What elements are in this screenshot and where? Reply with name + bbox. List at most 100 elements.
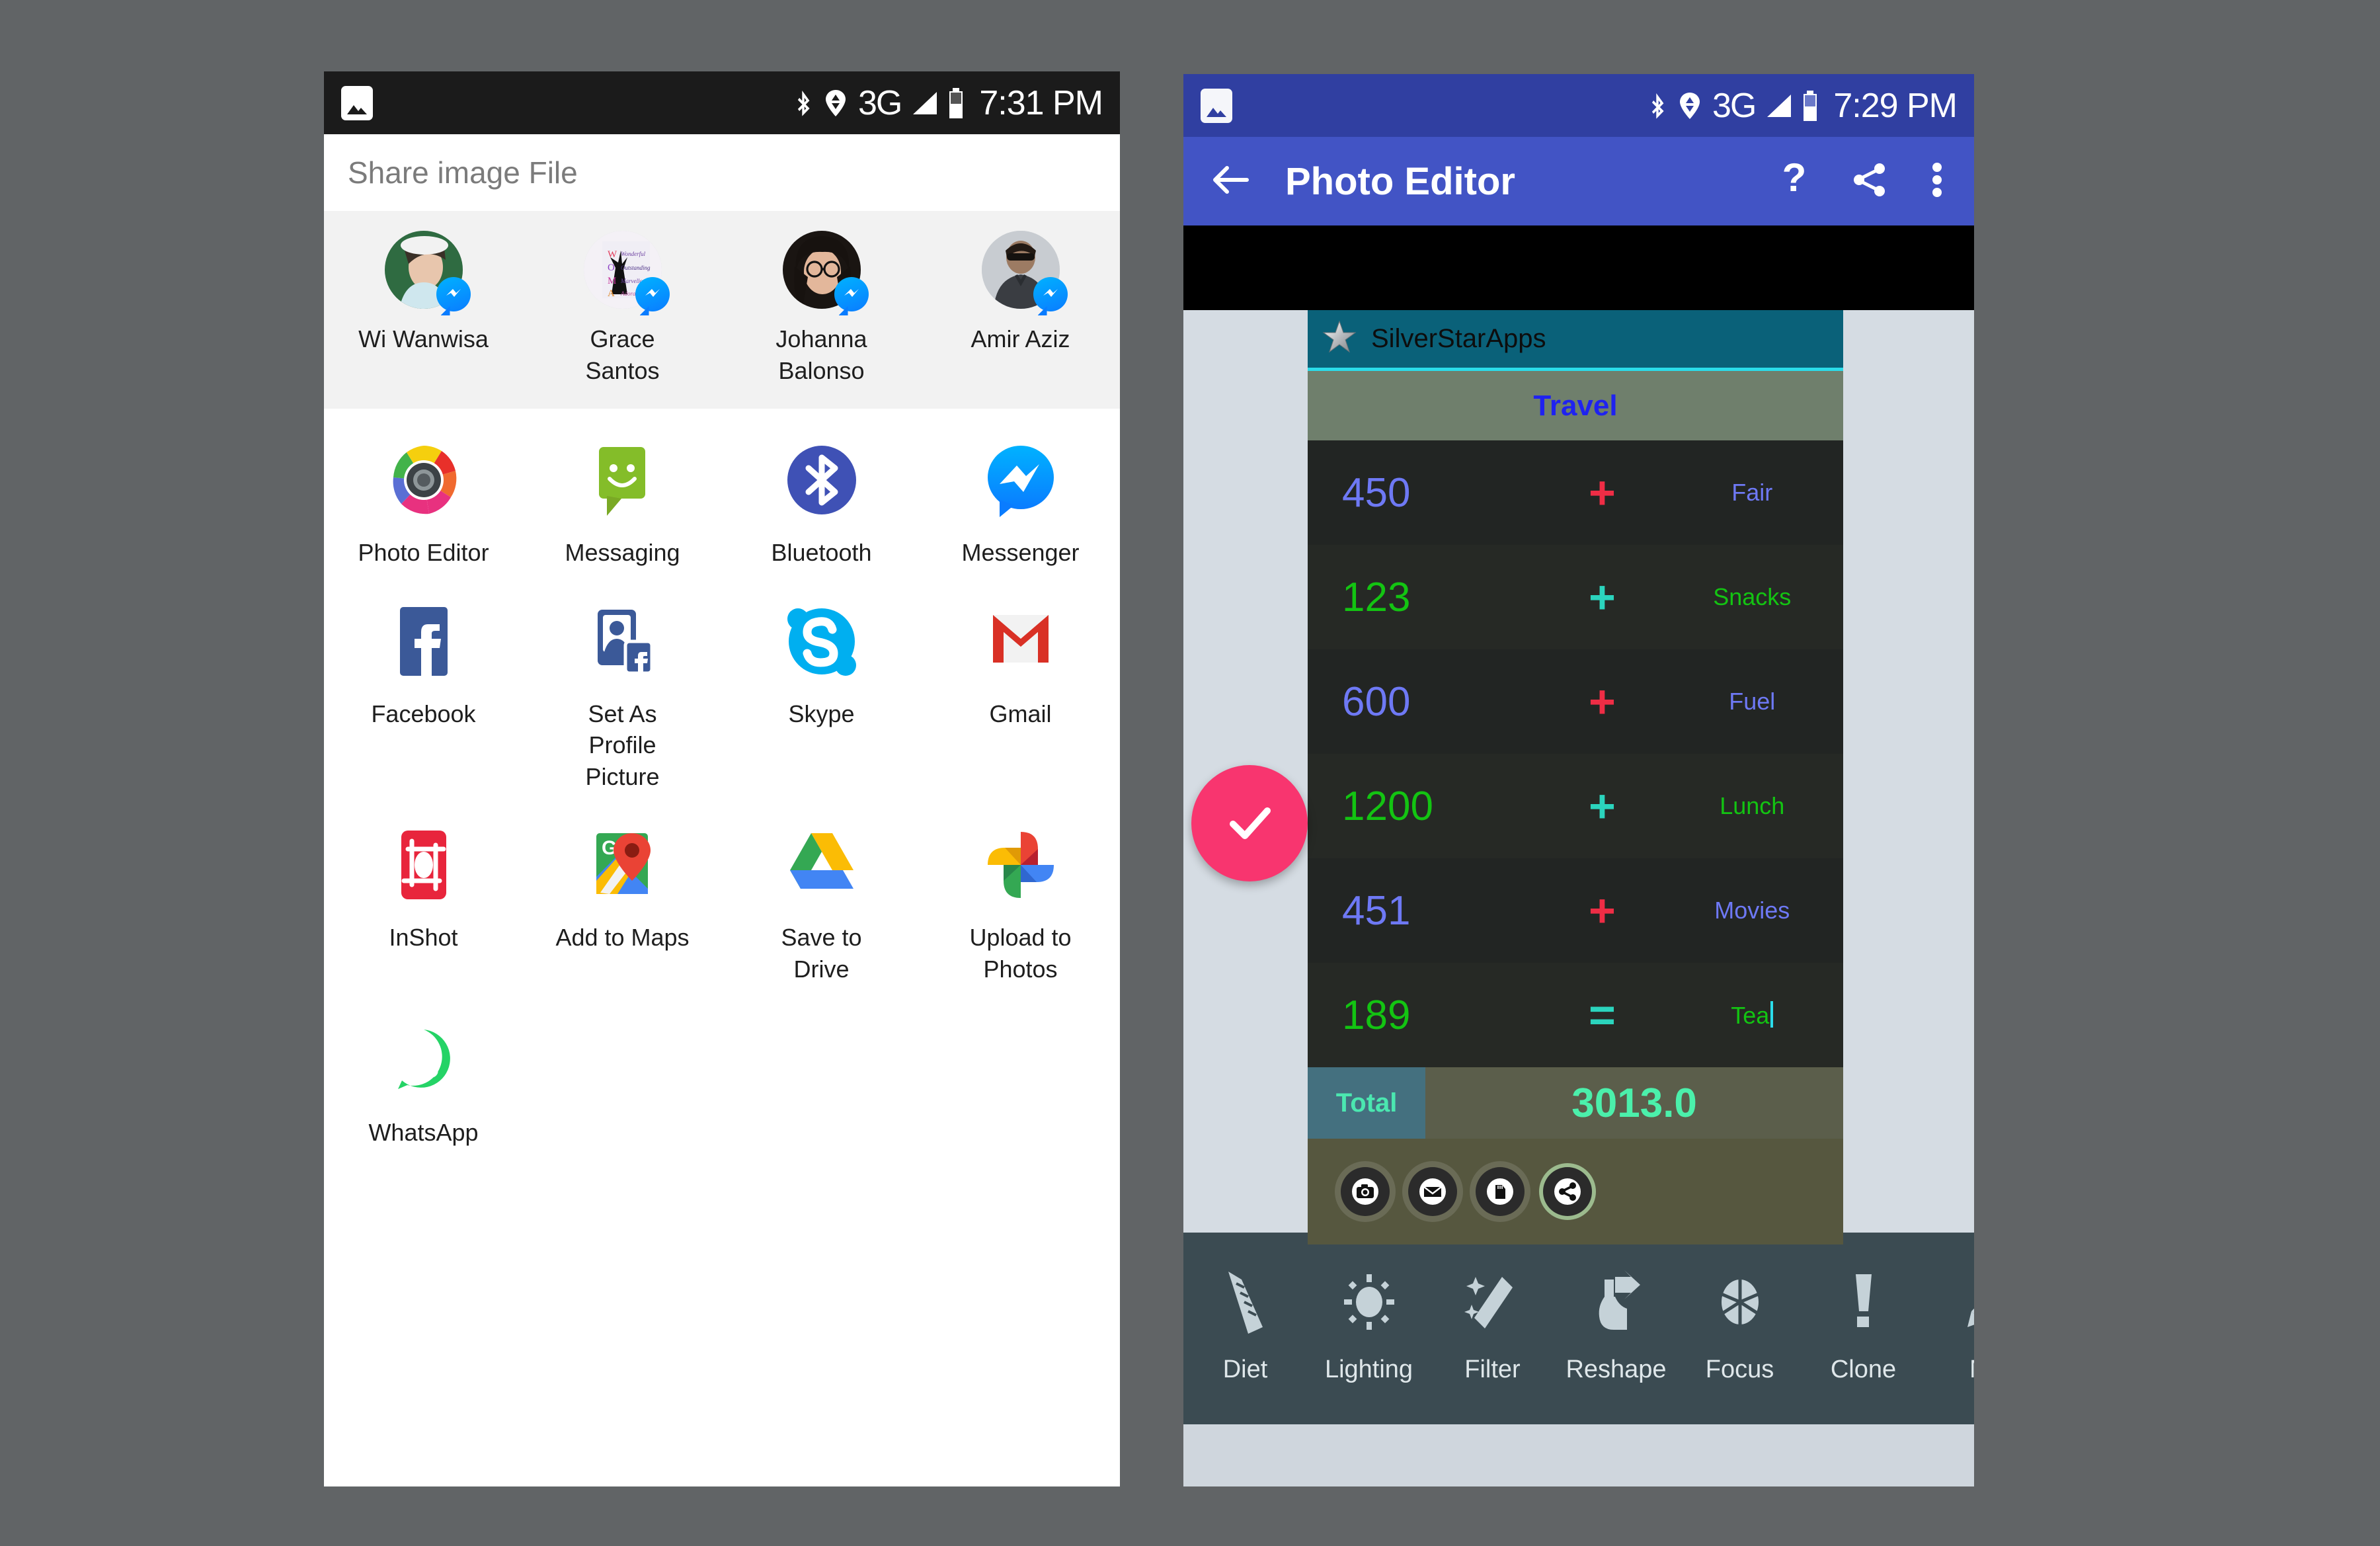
image-preview-strip bbox=[1183, 225, 1974, 310]
share-target-label: Bluetooth bbox=[771, 539, 872, 567]
share-target-messenger[interactable]: Messenger bbox=[921, 439, 1120, 569]
share-icon[interactable] bbox=[1851, 161, 1888, 202]
contact-name: Amir Aziz bbox=[971, 325, 1070, 352]
contact-item[interactable]: Wi Wanwisa bbox=[324, 231, 523, 386]
table-row[interactable]: 600 + Fuel bbox=[1308, 649, 1843, 754]
tool-clone[interactable]: Clone bbox=[1802, 1252, 1925, 1384]
share-target-label: Photo Editor bbox=[358, 539, 489, 567]
avatar bbox=[981, 231, 1068, 311]
more-vertical-icon[interactable] bbox=[1932, 159, 1942, 204]
row-amount: 450 bbox=[1342, 469, 1411, 516]
row-label: Tea bbox=[1661, 1000, 1843, 1030]
network-type-label: 3G bbox=[1712, 86, 1757, 125]
table-total-row: Total 3013.0 bbox=[1308, 1067, 1843, 1139]
row-operator: + bbox=[1589, 571, 1616, 623]
row-amount: 1200 bbox=[1342, 783, 1433, 829]
tool-label: Ma bbox=[1969, 1356, 1974, 1384]
inshot-icon bbox=[383, 824, 465, 906]
contact-item[interactable]: W O M A Wonderful Outstanding Marvellous… bbox=[523, 231, 722, 386]
table-header-label: Travel bbox=[1533, 389, 1618, 422]
row-amount: 189 bbox=[1342, 992, 1411, 1038]
row-amount: 123 bbox=[1342, 574, 1411, 620]
app-bar-actions: ? bbox=[1781, 155, 1948, 204]
left-phone-screen: 3G 7:31 PM Share image File Wi Wanwisa W… bbox=[324, 71, 1120, 1486]
svg-text:?: ? bbox=[1782, 159, 1807, 200]
sun-icon bbox=[1337, 1252, 1401, 1352]
messaging-icon bbox=[582, 439, 664, 521]
tool-filter[interactable]: Filter bbox=[1431, 1252, 1554, 1384]
share-icon[interactable] bbox=[1543, 1167, 1592, 1216]
share-target-photo-editor[interactable]: Photo Editor bbox=[324, 439, 523, 569]
row-label: Snacks bbox=[1713, 583, 1792, 610]
svg-text:M: M bbox=[608, 276, 616, 286]
share-targets-row: Photo Editor Messaging Bluetooth Messeng… bbox=[324, 439, 1120, 569]
messenger-badge-icon bbox=[436, 277, 471, 311]
row-amount: 600 bbox=[1342, 678, 1411, 725]
status-notification-area bbox=[341, 85, 373, 120]
messenger-badge-icon bbox=[635, 277, 670, 311]
contact-item[interactable]: Johanna Balonso bbox=[722, 231, 921, 386]
tool-reshape[interactable]: Reshape bbox=[1554, 1252, 1678, 1384]
table-row[interactable]: 189 = Tea bbox=[1308, 963, 1843, 1067]
bluetooth-icon bbox=[781, 439, 863, 521]
table-row[interactable]: 451 + Movies bbox=[1308, 858, 1843, 963]
share-target-gmail[interactable]: Gmail bbox=[921, 600, 1120, 793]
share-target-label: Skype bbox=[788, 700, 855, 727]
ruler-icon bbox=[1214, 1252, 1277, 1352]
magic-wand-icon bbox=[1461, 1252, 1525, 1352]
share-target-label: Gmail bbox=[989, 700, 1052, 727]
tool-focus[interactable]: Focus bbox=[1678, 1252, 1802, 1384]
avatar bbox=[782, 231, 869, 311]
tool-label: Clone bbox=[1830, 1356, 1897, 1383]
avatar: W O M A Wonderful Outstanding Marvellous… bbox=[583, 231, 670, 311]
status-clock: 7:29 PM bbox=[1833, 86, 1958, 125]
camera-icon[interactable] bbox=[1341, 1167, 1390, 1216]
photo-icon bbox=[341, 85, 373, 120]
table-row[interactable]: 1200 + Lunch bbox=[1308, 754, 1843, 858]
skype-icon bbox=[781, 600, 863, 682]
tool-label: Lighting bbox=[1324, 1356, 1413, 1383]
tool-lighting[interactable]: Lighting bbox=[1307, 1252, 1431, 1384]
gps-icon bbox=[825, 89, 846, 116]
table-row[interactable]: 450 + Fair bbox=[1308, 440, 1843, 545]
share-target-skype[interactable]: Skype bbox=[722, 600, 921, 793]
help-button[interactable]: ? bbox=[1781, 155, 1807, 204]
contact-name: Grace Santos bbox=[585, 325, 660, 384]
tool-makeup[interactable]: Ma bbox=[1925, 1252, 1974, 1384]
tool-label: Filter bbox=[1464, 1356, 1521, 1383]
share-targets-grid: Photo Editor Messaging Bluetooth Messeng… bbox=[324, 409, 1120, 1149]
direct-share-contacts: Wi Wanwisa W O M A Wonderful Outstanding… bbox=[324, 211, 1120, 409]
share-target-messaging[interactable]: Messaging bbox=[523, 439, 722, 569]
tool-diet[interactable]: Diet bbox=[1183, 1252, 1307, 1384]
share-target-whatsapp[interactable]: WhatsApp bbox=[324, 1019, 523, 1149]
total-value: 3013.0 bbox=[1571, 1080, 1697, 1126]
share-target-set-profile-picture[interactable]: Set As Profile Picture bbox=[523, 600, 722, 793]
contact-item[interactable]: Amir Aziz bbox=[921, 231, 1120, 386]
tool-label: Focus bbox=[1705, 1356, 1774, 1383]
svg-text:Wonderful: Wonderful bbox=[621, 251, 646, 257]
text-cursor bbox=[1770, 1000, 1774, 1028]
gps-icon bbox=[1679, 92, 1700, 119]
share-target-label: Add to Maps bbox=[555, 924, 690, 952]
email-icon[interactable] bbox=[1408, 1167, 1457, 1216]
back-arrow-icon[interactable] bbox=[1210, 163, 1251, 200]
share-target-add-to-maps[interactable]: G Add to Maps bbox=[523, 824, 722, 985]
table-brand-name: SilverStarApps bbox=[1371, 324, 1546, 353]
share-target-inshot[interactable]: InShot bbox=[324, 824, 523, 985]
expense-table: SilverStarApps Travel 450 + Fair 123 + S… bbox=[1308, 310, 1843, 1244]
sdcard-icon[interactable] bbox=[1476, 1167, 1525, 1216]
check-icon bbox=[1230, 807, 1271, 839]
right-phone-screen: 3G 7:29 PM Photo Editor ? SilverStarApps… bbox=[1183, 74, 1974, 1486]
photo-icon bbox=[1201, 88, 1232, 123]
share-sheet-title: Share image File bbox=[324, 134, 1120, 211]
tool-label: Reshape bbox=[1566, 1356, 1667, 1383]
row-label: Fair bbox=[1731, 479, 1773, 506]
battery-icon bbox=[949, 87, 963, 118]
share-target-save-to-drive[interactable]: Save to Drive bbox=[722, 824, 921, 985]
share-target-bluetooth[interactable]: Bluetooth bbox=[722, 439, 921, 569]
confirm-fab-button[interactable] bbox=[1191, 765, 1308, 881]
makeup-icon bbox=[1956, 1252, 1974, 1352]
share-target-upload-to-photos[interactable]: Upload to Photos bbox=[921, 824, 1120, 985]
share-target-facebook[interactable]: Facebook bbox=[324, 600, 523, 793]
table-row[interactable]: 123 + Snacks bbox=[1308, 545, 1843, 649]
